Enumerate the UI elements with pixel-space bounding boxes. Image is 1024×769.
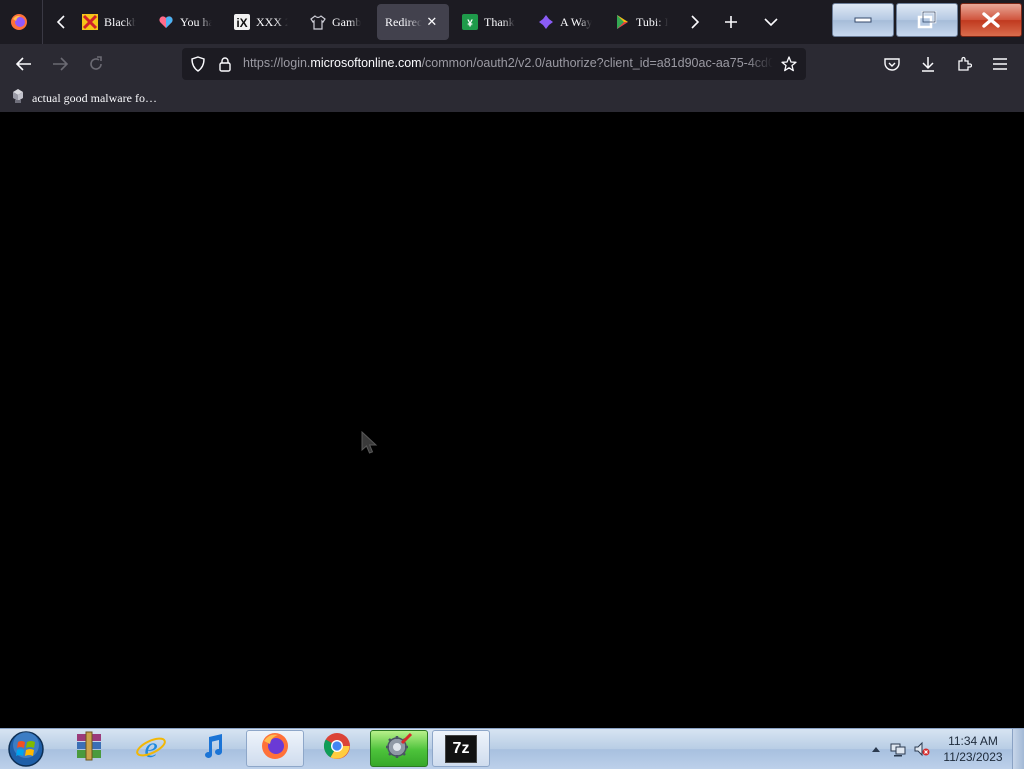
- tab-title: Blackb: [104, 14, 136, 29]
- settings-app-icon: [384, 731, 414, 766]
- tab-thank[interactable]: ¥ Thank: [456, 4, 522, 40]
- tab-title: Thank: [484, 14, 515, 29]
- start-button[interactable]: [6, 731, 46, 767]
- clock-date: 11/23/2023: [943, 750, 1003, 764]
- url-path: /common/oauth2/v2.0/authorize?client_id=…: [421, 56, 773, 70]
- lock-icon[interactable]: [218, 56, 232, 77]
- firefox-icon: [260, 731, 290, 766]
- tab-a-way[interactable]: A Way: [532, 4, 598, 40]
- tab-redirecting[interactable]: Redirec ✕: [377, 4, 449, 40]
- heart-icon: [158, 14, 174, 30]
- itunes-icon: [198, 731, 228, 766]
- close-window-button[interactable]: [960, 3, 1022, 37]
- back-button[interactable]: [12, 52, 36, 76]
- chrome-taskbar-button[interactable]: [308, 730, 366, 767]
- list-all-tabs-button[interactable]: [759, 10, 783, 34]
- green-y-icon: ¥: [462, 14, 478, 30]
- close-tab-icon[interactable]: ✕: [426, 14, 437, 30]
- url-bar[interactable]: https://login.microsoftonline.com/common…: [182, 48, 806, 80]
- shirt-icon: [310, 14, 326, 30]
- internet-explorer-taskbar-button[interactable]: e: [122, 730, 180, 767]
- itunes-taskbar-button[interactable]: [184, 730, 242, 767]
- page-content-area[interactable]: [0, 112, 1024, 728]
- mouse-cursor-icon: [360, 430, 380, 460]
- url-domain: microsoftonline.com: [310, 56, 422, 70]
- scroll-tabs-right-button[interactable]: [683, 10, 707, 34]
- tracking-protection-shield-icon[interactable]: [190, 56, 206, 77]
- reload-button[interactable]: [84, 52, 108, 76]
- chrome-icon: [322, 731, 352, 766]
- downloads-button[interactable]: [916, 52, 940, 76]
- purple-diamond-icon: [538, 14, 554, 30]
- x-logo-icon: [82, 14, 98, 30]
- 7zip-label: 7z: [452, 739, 470, 757]
- firefox-taskbar-button[interactable]: [246, 730, 304, 767]
- tab-gamb[interactable]: Gamb: [304, 4, 370, 40]
- scroll-tabs-left-button[interactable]: [49, 10, 73, 34]
- tab-xxx[interactable]: iX XXX 2: [228, 4, 294, 40]
- play-store-icon: [614, 14, 630, 30]
- url-text[interactable]: https://login.microsoftonline.com/common…: [243, 56, 773, 70]
- tab-you-ha[interactable]: You ha: [152, 4, 218, 40]
- svg-text:e: e: [144, 731, 157, 762]
- bookmark-item[interactable]: actual good malware fo…: [10, 88, 157, 109]
- network-icon[interactable]: [890, 741, 906, 757]
- tab-strip: Blackb You ha iX XXX 2 Gamb Redirec ✕ ¥ …: [0, 0, 1024, 44]
- hamburger-menu-button[interactable]: [988, 52, 1012, 76]
- bookmark-star-icon[interactable]: [781, 56, 797, 77]
- tab-title: You ha: [180, 14, 212, 29]
- tab-separator: [42, 0, 43, 44]
- svg-text:iX: iX: [236, 16, 247, 30]
- volume-muted-icon[interactable]: [914, 741, 930, 757]
- winrar-icon: [74, 731, 104, 766]
- 7zip-icon: 7z: [445, 734, 477, 763]
- winrar-taskbar-button[interactable]: [60, 730, 118, 767]
- extensions-button[interactable]: [952, 52, 976, 76]
- tab-title: XXX 2: [256, 14, 288, 29]
- url-prefix: https://login.: [243, 56, 311, 70]
- bookmark-label: actual good malware fo…: [32, 90, 157, 105]
- windows-taskbar: e 7z 11:34 AM 11/23/2023: [0, 728, 1024, 769]
- tab-title: A Way: [560, 14, 592, 29]
- restore-button[interactable]: [896, 3, 958, 37]
- tab-title: Gamb: [332, 14, 362, 29]
- forward-button[interactable]: [48, 52, 72, 76]
- system-clock[interactable]: 11:34 AM 11/23/2023: [940, 733, 1006, 765]
- tab-title: Redirec: [385, 14, 423, 29]
- svg-text:¥: ¥: [467, 19, 473, 30]
- settings-app-taskbar-button[interactable]: [370, 730, 428, 767]
- show-desktop-button[interactable]: [1012, 729, 1024, 769]
- minimize-button[interactable]: [832, 3, 894, 37]
- pocket-button[interactable]: [880, 52, 904, 76]
- bookmark-favicon: [10, 88, 26, 109]
- new-tab-button[interactable]: [719, 10, 743, 34]
- clock-time: 11:34 AM: [948, 734, 998, 748]
- internet-explorer-icon: e: [135, 730, 167, 767]
- bookmarks-toolbar: actual good malware fo…: [0, 84, 1024, 112]
- tab-tubi[interactable]: Tubi: I: [608, 4, 674, 40]
- show-hidden-icons-icon[interactable]: [868, 741, 884, 757]
- firefox-view-icon[interactable]: [10, 13, 28, 31]
- navigation-toolbar: https://login.microsoftonline.com/common…: [0, 44, 1024, 84]
- 7zip-taskbar-button[interactable]: 7z: [432, 730, 490, 767]
- tab-blackb[interactable]: Blackb: [76, 4, 142, 40]
- tab-title: Tubi: I: [636, 14, 668, 29]
- ix-logo-icon: iX: [234, 14, 250, 30]
